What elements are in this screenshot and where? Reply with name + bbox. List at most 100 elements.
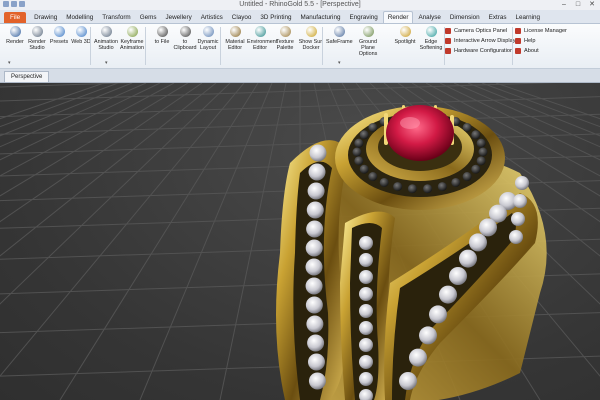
dynamic-layout-button[interactable]: Dynamic Layout [195,26,221,51]
tab-engraving[interactable]: Engraving [345,12,381,23]
tab-perspective-viewport[interactable]: Perspective [4,71,50,82]
material-editor-button[interactable]: Material Editor [222,26,248,51]
tab-manufacturing[interactable]: Manufacturing [297,12,345,23]
tab-render[interactable]: Render [382,11,414,23]
diamond-gem [308,163,326,181]
ring-model[interactable] [276,105,547,400]
diamond-gem [359,321,373,335]
web-3d-icon [75,26,87,37]
chevron-down-icon[interactable]: ▾ [105,60,108,66]
tab-clayoo[interactable]: Clayoo [228,12,256,23]
ribbon-group-separator [444,27,445,65]
hardware-configuration-button[interactable]: Hardware Configuration [445,46,516,56]
grid-line [139,83,273,400]
ruby-gem [386,105,454,161]
help-button[interactable]: Help [515,36,567,46]
diamond-gem [305,258,323,276]
ribbon-group-separator [512,27,513,65]
camera-to-clipboard-icon [179,26,191,37]
command-icon [515,28,521,34]
command-icon [445,38,451,44]
spotlight-icon [399,26,411,37]
close-button[interactable]: ✕ [586,0,598,9]
maximize-button[interactable]: □ [572,0,584,9]
black-gem [471,130,481,140]
black-gem [451,177,461,187]
environment-editor-icon [254,26,266,37]
diamond-gem [306,315,324,333]
command-label: Hardware Configuration [454,48,514,54]
tab-modelling[interactable]: Modelling [62,12,97,23]
tab-jewellery[interactable]: Jewellery [161,12,195,23]
grid-line [0,83,105,120]
perspective-viewport[interactable] [0,83,600,400]
diamond-gem [511,212,525,226]
command-label: Help [524,38,536,44]
help-list: License Manager Help About [515,26,567,56]
ribbon-group-separator [90,27,91,65]
button-label: SafeFrame [326,39,353,45]
ribbon-group-separator [145,27,146,65]
interactive-arrow-display-button[interactable]: Interactive Arrow Display [445,36,516,46]
camera-to-file-icon [156,26,168,37]
tab-gems[interactable]: Gems [136,12,161,23]
black-gem [437,182,447,192]
diamond-gem [359,372,373,386]
diamond-gem [359,253,373,267]
button-label: Keyframe Animation [120,39,144,51]
tab-transform[interactable]: Transform [98,12,134,23]
command-icon [445,28,451,34]
diamond-gem [359,304,373,318]
diamond-gem [359,270,373,284]
safeframe-button[interactable]: SafeFrame [326,26,353,45]
diamond-gem [469,233,487,252]
tab-extras[interactable]: Extras [485,12,511,23]
ground-plane-icon [362,26,374,37]
show-sun-docker-button[interactable]: Show Sun Docker [298,26,324,51]
diamond-gem [399,372,417,390]
button-label: Material Editor [225,39,245,51]
diamond-gem [409,348,427,367]
ribbon-group-separator [322,27,323,65]
button-label: Environment Editor [247,39,278,51]
sun-docker-icon [305,26,317,37]
minimize-button[interactable]: – [558,0,570,9]
black-gem [368,122,378,132]
tab-artistics[interactable]: Artistics [197,12,227,23]
texture-palette-button[interactable]: Texture Palette [272,26,298,51]
license-manager-button[interactable]: License Manager [515,26,567,36]
chevron-down-icon[interactable]: ▾ [338,60,341,66]
tab-dimension[interactable]: Dimension [446,12,484,23]
diamond-gem [307,334,325,352]
environment-editor-button[interactable]: Environment Editor [247,26,278,51]
diamond-gem [309,144,327,162]
tab-learning[interactable]: Learning [511,12,544,23]
black-gem [462,172,472,182]
about-button[interactable]: About [515,46,567,56]
black-gem [368,172,378,182]
edge-softening-button[interactable]: Edge Softening [418,26,444,51]
black-gem [476,138,486,148]
tab-analyse[interactable]: Analyse [414,12,444,23]
diamond-gem [439,285,457,304]
diamond-gem [359,338,373,352]
diamond-gem [359,287,373,301]
animation-studio-button[interactable]: Animation Studio [93,26,119,51]
ribbon-group-separator [220,27,221,65]
tab-drawing[interactable]: Drawing [30,12,61,23]
spotlight-button[interactable]: Spotlight [392,26,418,45]
tab-3d-printing[interactable]: 3D Printing [256,12,295,23]
ribbon-panel: Camera Optics Panel Interactive Arrow Dis… [0,24,600,69]
diamond-gem [359,355,373,369]
command-label: Interactive Arrow Display [454,38,516,44]
tab-file[interactable]: File [4,12,27,23]
grid-line [219,83,287,400]
command-icon [445,48,451,54]
diamond-gem [306,220,324,238]
ribbon-tab-bar: File Drawing Modelling Transform Gems Jewelle… [0,10,600,24]
ground-plane-options-button[interactable]: Ground Plane Options [355,26,381,57]
button-label: Dynamic Layout [197,39,219,51]
chevron-down-icon[interactable]: ▾ [8,60,11,66]
camera-optics-panel-button[interactable]: Camera Optics Panel [445,26,516,36]
keyframe-animation-button[interactable]: Keyframe Animation [119,26,145,51]
